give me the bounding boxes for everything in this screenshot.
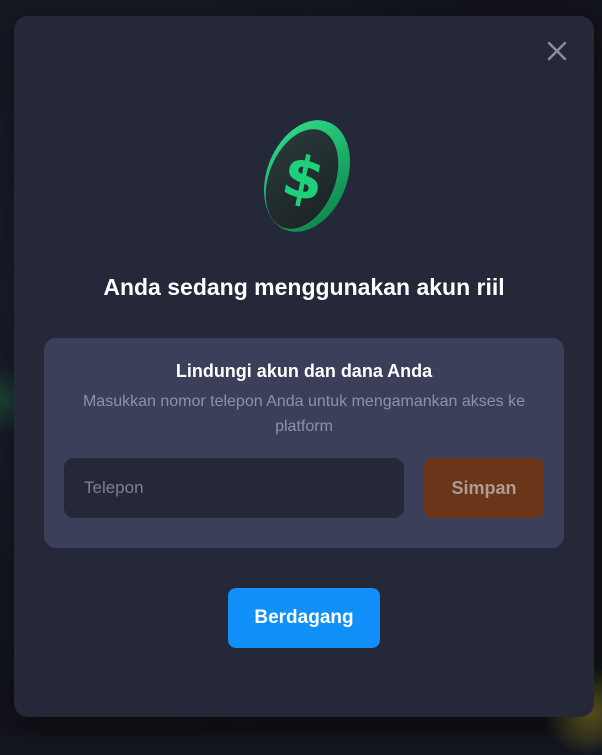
dollar-coin-icon: $ [257,120,351,234]
phone-input[interactable] [64,458,404,518]
protect-card-description: Masukkan nomor telepon Anda untuk mengam… [69,389,539,439]
save-button[interactable]: Simpan [424,458,544,518]
protect-card-title: Lindungi akun dan dana Anda [44,361,564,382]
trade-button[interactable]: Berdagang [228,588,380,648]
real-account-modal: $ Anda sedang menggunakan akun riil Lind… [14,16,594,717]
close-icon [546,40,568,62]
modal-title: Anda sedang menggunakan akun riil [14,274,594,301]
close-button[interactable] [542,36,572,66]
protect-account-card: Lindungi akun dan dana Anda Masukkan nom… [44,338,564,548]
